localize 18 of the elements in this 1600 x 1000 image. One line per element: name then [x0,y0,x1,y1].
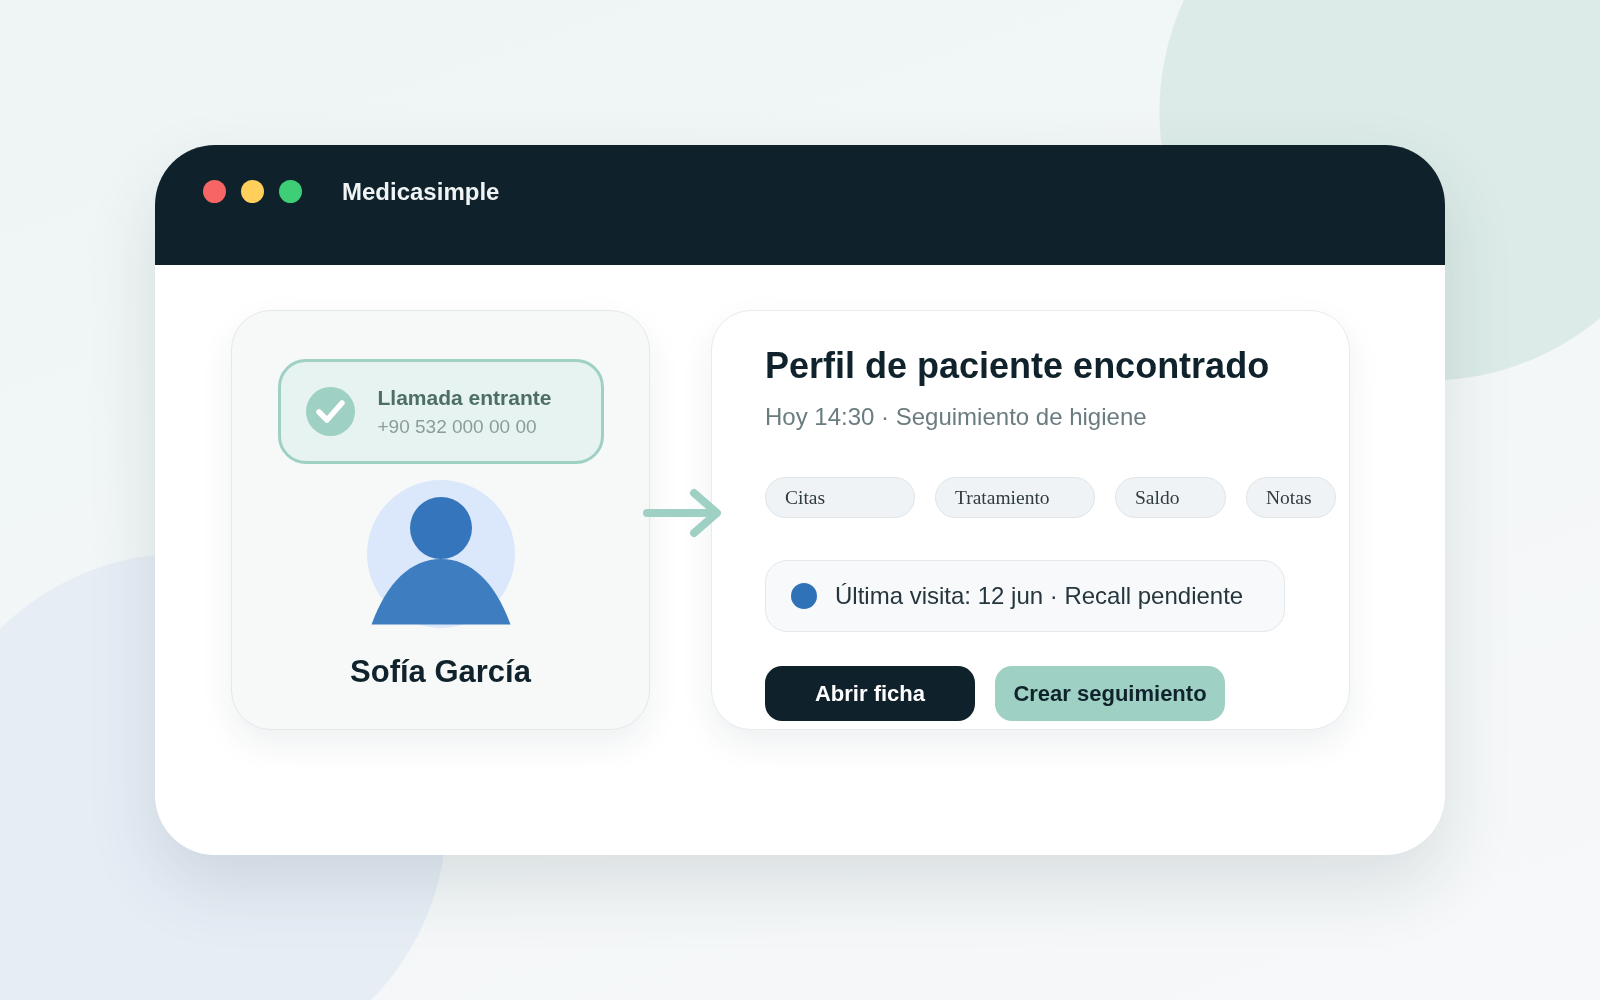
window-control-button[interactable] [203,180,226,203]
patient-name: Sofía García [350,654,531,690]
window-title: Medicasimple [342,180,500,203]
check-circle-icon [305,387,355,436]
phone-number-text: +90 532 000 00 00 [377,414,538,439]
create-follow-up-button[interactable]: Crear seguimiento [995,666,1225,721]
section-chip[interactable]: Notas [1246,477,1336,518]
status-dot-icon [791,583,817,609]
open-record-button[interactable]: Abrir ficha [765,666,975,721]
section-chip[interactable]: Tratamiento [935,477,1095,518]
section-chip[interactable]: Saldo [1115,477,1226,518]
profile-subtitle: Hoy 14:30 · Seguimiento de higiene [765,402,1147,432]
window-control-button[interactable] [279,180,302,203]
window-control-button[interactable] [241,180,264,203]
call-status-text: Llamada entrante [377,384,552,411]
profile-title: Perfil de paciente encontrado [765,344,1270,388]
last-visit-text: Última visita: 12 jun · Recall pendiente [835,581,1244,611]
section-chip[interactable]: Citas [765,477,915,518]
